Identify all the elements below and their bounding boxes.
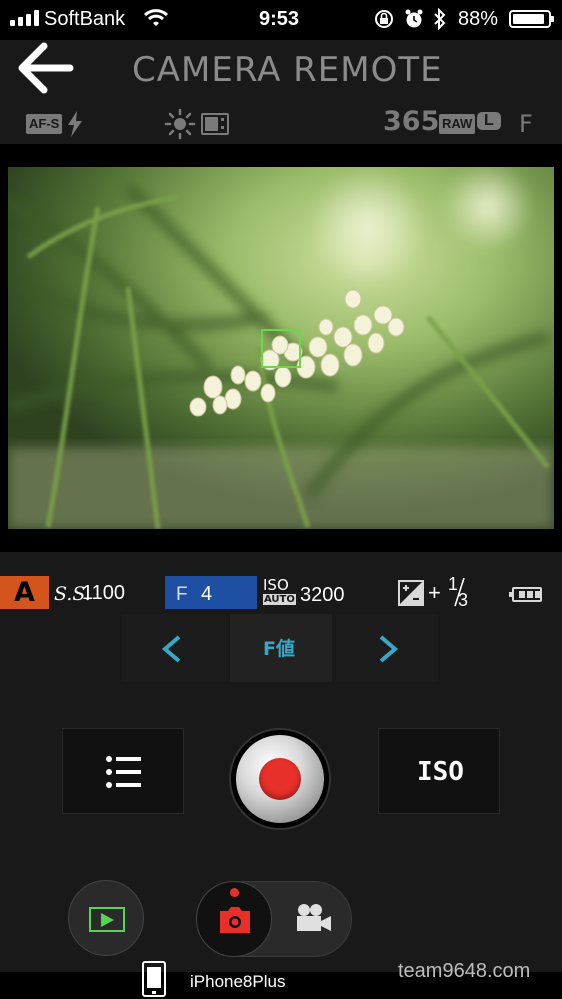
shooting-mode-badge: A [0,576,49,609]
alarm-icon [405,9,423,28]
camera-battery-icon [509,587,542,602]
movie-camera-icon[interactable] [295,903,333,933]
aperture-field[interactable]: F 4 [165,576,257,609]
prev-parameter-button[interactable] [122,614,226,682]
live-view-image[interactable] [8,167,554,529]
watermark: team9648.com [398,960,531,982]
list-menu-icon [106,756,141,788]
chevron-right-icon [379,635,399,663]
back-arrow-icon[interactable] [16,42,74,94]
af-mode-badge: AF-S [26,114,63,134]
image-size-badge: L [477,112,501,130]
wifi-icon [143,9,169,26]
playback-button[interactable] [68,880,144,956]
battery-icon [509,10,554,28]
iso-auto-icon: ISO AUTO [263,576,297,608]
daylight-wb-icon [164,108,196,140]
bluetooth-icon [434,8,446,30]
smartphone-icon [142,961,166,997]
flash-icon [68,111,82,137]
clock-time: 9:53 [259,8,300,30]
ev-sign: + [428,580,441,605]
play-icon [89,907,125,932]
film-simulation-icon [201,113,229,135]
chevron-left-icon [161,635,181,663]
shutter-speed-value: 1100 [82,582,126,604]
ev-denominator: 3 [458,590,469,610]
photo-mode-button[interactable] [196,881,272,957]
record-dot-icon [259,758,301,800]
exposure-compensation-icon [398,580,424,606]
raw-badge: RAW [439,114,476,134]
status-bar: SoftBank 9:53 88% [0,0,562,40]
page-title: CAMERA REMOTE [132,50,443,90]
iso-value: 3200 [300,584,345,606]
aperture-value: 4 [201,583,213,605]
parameter-selector[interactable]: F値 [230,614,332,682]
shutter-button[interactable] [231,730,329,828]
battery-percent: 88% [458,8,499,30]
shooting-mode-label: A [14,577,35,608]
iso-label: ISO [263,576,289,594]
next-parameter-button[interactable] [336,614,438,682]
parameter-label: F値 [263,638,295,660]
carrier-name: SoftBank [44,8,126,30]
aperture-label: F [176,584,188,605]
iso-button[interactable]: ISO [378,728,500,814]
orientation-lock-icon [375,10,393,28]
active-mode-dot [230,888,239,897]
signal-icon [10,10,40,26]
iso-auto-label: AUTO [263,594,296,605]
menu-button[interactable] [62,728,184,814]
camera-icon [220,907,250,933]
iso-button-label: ISO [417,757,464,787]
image-quality-label: F [519,110,533,138]
device-name: iPhone8Plus [190,972,286,991]
shots-remaining: 365 [383,106,440,137]
